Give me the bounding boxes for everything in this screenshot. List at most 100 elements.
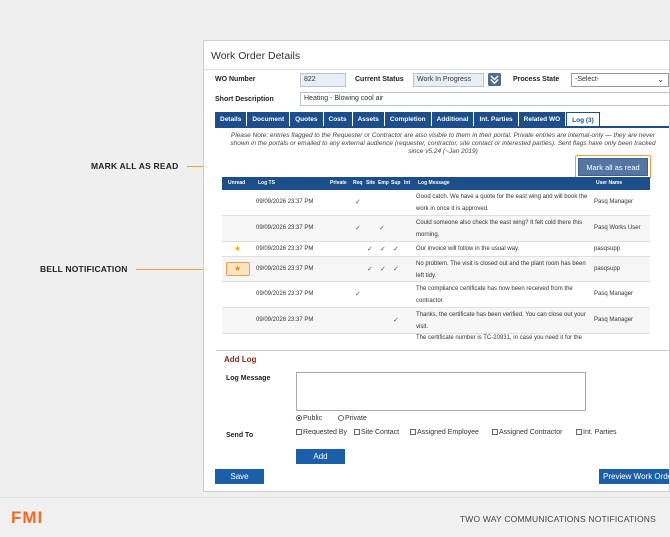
status-workflow-icon[interactable]	[488, 73, 501, 86]
log-table-header: Unread Log TS Private Req Site Emp Sup I…	[222, 177, 650, 190]
row-timestamp: 09/09/2026 23:37 PM	[256, 246, 314, 252]
save-button[interactable]: Save	[215, 469, 264, 484]
unread-star-icon[interactable]: ★	[234, 244, 241, 253]
col-log-message[interactable]: Log Message	[418, 180, 450, 186]
row-message: Thanks, the certificate has been verifie…	[416, 312, 586, 330]
checkbox-icon	[492, 429, 498, 435]
row-message: No problem. The visit is closed out and …	[416, 261, 586, 279]
table-row[interactable]: ★ 09/09/2026 23:37 PM ✓ ✓ ✓ No problem. …	[222, 257, 650, 282]
table-row[interactable]: 09/09/2026 23:37 PM ✓ ✓ Could someone al…	[222, 216, 650, 242]
tab-details[interactable]: Details	[215, 112, 247, 127]
tab-quotes[interactable]: Quotes	[290, 112, 323, 127]
mark-all-read-button[interactable]: Mark all as read	[578, 158, 648, 176]
col-site[interactable]: Site	[366, 180, 375, 186]
row-message: The certificate number is TC-20931, in c…	[416, 335, 582, 341]
log-message-label: Log Message	[226, 375, 271, 382]
row-timestamp: 09/09/2026 23:37 PM	[256, 291, 314, 297]
table-row[interactable]: 09/09/2026 23:37 PM ✓ Good catch. We hav…	[222, 190, 650, 216]
add-log-panel: Add Log Log Message Public Private Send …	[216, 350, 669, 468]
row-user: Pasq Manager	[594, 317, 634, 323]
preview-work-order-button[interactable]: Preview Work Order	[599, 469, 669, 484]
assigned-contractor-checkbox[interactable]: Assigned Contractor	[492, 429, 562, 436]
title-divider	[204, 69, 669, 70]
col-sup[interactable]: Sup	[391, 180, 400, 186]
site-contact-checkbox[interactable]: Site Contact	[354, 429, 399, 436]
assigned-contractor-label: Assigned Contractor	[499, 429, 563, 436]
table-row[interactable]: 09/09/2026 23:37 PM ✓ Thanks, the certif…	[222, 308, 650, 334]
current-status-field[interactable]: Work In Progress	[413, 73, 484, 87]
int-check-icon: ✓	[393, 317, 399, 324]
table-row[interactable]: The certificate number is TC-20931, in c…	[222, 334, 650, 342]
fmi-logo: FMI	[11, 508, 44, 527]
row-message: Our invoice will follow in the usual way…	[416, 246, 520, 252]
wo-number-field[interactable]: 822	[300, 73, 346, 87]
col-int[interactable]: Int	[404, 180, 410, 186]
process-state-label: Process State	[513, 76, 560, 83]
req-check-icon: ✓	[355, 291, 361, 298]
row-timestamp: 09/09/2026 23:37 PM	[256, 199, 314, 205]
site-contact-label: Site Contact	[361, 429, 400, 436]
emp-check-icon: ✓	[379, 225, 385, 232]
short-description-label: Short Description	[215, 96, 274, 103]
footer-caption: TWO WAY COMMUNICATIONS NOTIFICATIONS	[459, 514, 656, 524]
emp-check-icon: ✓	[367, 266, 373, 273]
emp-check-icon: ✓	[367, 246, 373, 253]
private-radio-label: Private	[345, 415, 367, 422]
callout-mark-all: MARK ALL AS READ	[91, 161, 179, 171]
req-check-icon: ✓	[355, 199, 361, 206]
col-private[interactable]: Private	[330, 180, 347, 186]
row-message: Could someone also check the east wing? …	[416, 220, 583, 238]
process-state-select[interactable]: -Select- ⌄	[571, 73, 669, 87]
int-check-icon: ✓	[393, 246, 399, 253]
footer: FMI TWO WAY COMMUNICATIONS NOTIFICATIONS	[0, 497, 670, 537]
tab-additional[interactable]: Additional	[431, 112, 474, 127]
tab-completion[interactable]: Completion	[384, 112, 431, 127]
col-log-ts[interactable]: Log TS	[258, 180, 275, 186]
add-log-button[interactable]: Add	[296, 449, 345, 464]
row-user: pasqsupp	[594, 246, 621, 252]
tab-costs[interactable]: Costs	[323, 112, 352, 127]
unread-star-icon: ★	[234, 264, 242, 273]
short-description-field[interactable]: Heating - Blowing cool air	[300, 92, 669, 106]
table-row[interactable]: ★ 09/09/2026 23:37 PM ✓ ✓ ✓ Our invoice …	[222, 242, 650, 257]
int-parties-label: Int. Parties	[583, 429, 617, 436]
requested-by-label: Requested By	[303, 429, 347, 436]
col-unread[interactable]: Unread	[228, 180, 245, 186]
bell-notification-highlight[interactable]: ★	[226, 262, 250, 276]
assigned-employee-checkbox[interactable]: Assigned Employee	[410, 429, 479, 436]
tab-assets[interactable]: Assets	[352, 112, 384, 127]
tab-log[interactable]: Log (3)	[566, 112, 600, 127]
row-message: The compliance certificate has now been …	[416, 286, 573, 304]
log-table: Unread Log TS Private Req Site Emp Sup I…	[222, 177, 650, 342]
col-req[interactable]: Req	[353, 180, 362, 186]
page-title: Work Order Details	[211, 50, 301, 62]
col-emp[interactable]: Emp	[378, 180, 389, 186]
current-status-label: Current Status	[355, 76, 404, 83]
radio-icon	[338, 415, 344, 421]
checkbox-icon	[296, 429, 302, 435]
int-parties-checkbox[interactable]: Int. Parties	[576, 429, 616, 436]
checkbox-icon	[410, 429, 416, 435]
req-check-icon: ✓	[355, 225, 361, 232]
add-log-title: Add Log	[224, 355, 257, 364]
row-timestamp: 09/09/2026 23:37 PM	[256, 225, 314, 231]
tab-bar: Details Document Quotes Costs Assets Com…	[215, 112, 600, 127]
private-radio[interactable]: Private	[338, 415, 367, 422]
tab-document[interactable]: Document	[247, 112, 290, 127]
row-user: Pasq Manager	[594, 199, 634, 205]
row-user: pasqsupp	[594, 266, 621, 272]
callout-bell: BELL NOTIFICATION	[40, 264, 128, 274]
table-row[interactable]: 09/09/2026 23:37 PM ✓ The compliance cer…	[222, 282, 650, 308]
sup-check-icon: ✓	[380, 266, 386, 273]
wo-number-label: WO Number	[215, 76, 256, 83]
row-timestamp: 09/09/2026 23:37 PM	[256, 266, 314, 272]
requested-by-checkbox[interactable]: Requested By	[296, 429, 347, 436]
radio-selected-icon	[296, 415, 302, 421]
tab-int-parties[interactable]: Int. Parties	[474, 112, 518, 127]
tab-related-wo[interactable]: Related WO	[518, 112, 566, 127]
log-message-input[interactable]	[296, 372, 586, 411]
int-check-icon: ✓	[393, 266, 399, 273]
public-radio[interactable]: Public	[296, 415, 322, 422]
log-visibility-note: Please Note: entries flagged to the Requ…	[230, 132, 656, 155]
col-user-name[interactable]: User Name	[596, 180, 622, 186]
